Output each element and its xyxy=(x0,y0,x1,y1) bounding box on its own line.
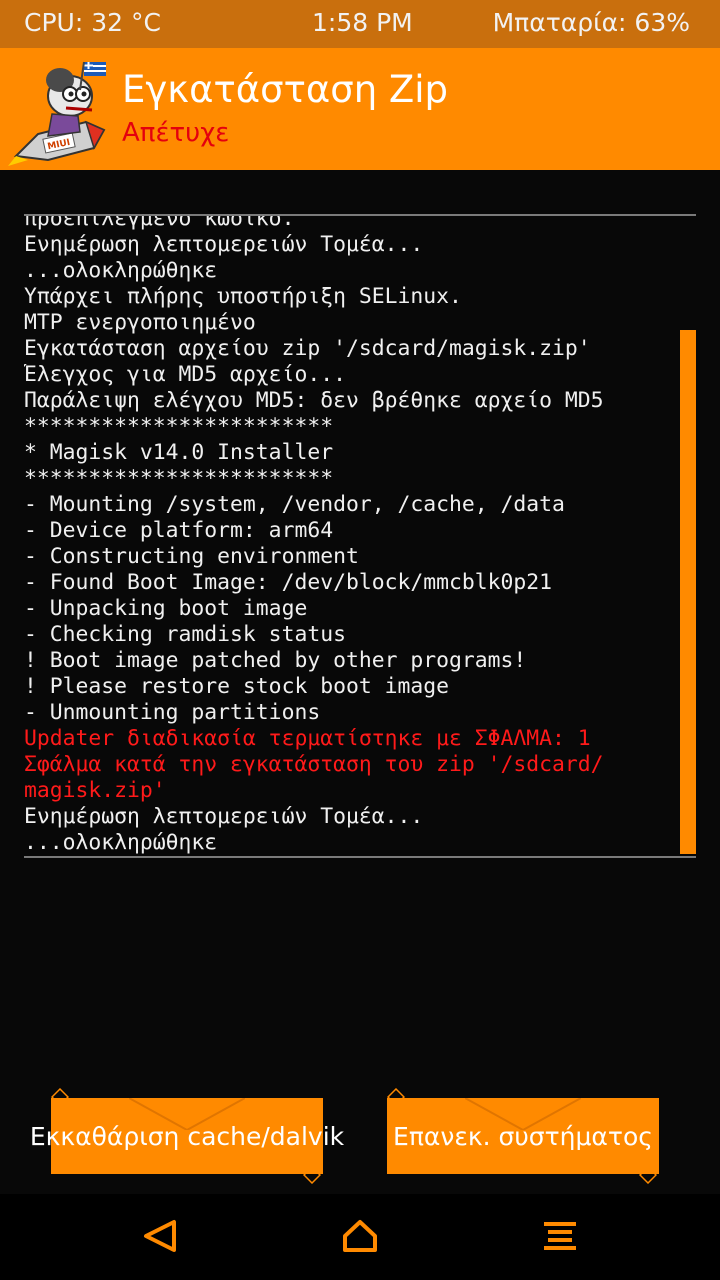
header: MIUI Εγκατάσταση Zip Απέτυχε xyxy=(0,48,720,170)
log-line: ! Please restore stock boot image xyxy=(24,674,449,699)
log-scrollbar[interactable] xyxy=(680,330,696,854)
battery-level: Μπαταρία: 63% xyxy=(492,8,690,37)
navigation-bar xyxy=(0,1194,720,1280)
log-line-error: magisk.zip' xyxy=(24,778,166,803)
log-line: ************************ xyxy=(24,414,334,439)
log-line: - Unmounting partitions xyxy=(24,700,321,725)
log-line-error: Σφάλμα κατά την εγκατάσταση του zip '/sd… xyxy=(24,752,604,777)
log-line: MTP ενεργοποιημένο xyxy=(24,310,256,335)
corner-diamond-icon xyxy=(303,1166,321,1184)
log-line: - Unpacking boot image xyxy=(24,596,308,621)
log-output: προεπιλεγμένο κωδικό. Ενημέρωση λεπτομερε… xyxy=(24,214,696,856)
menu-lines-icon[interactable] xyxy=(540,1216,580,1256)
log-line: - Found Boot Image: /dev/block/mmcblk0p2… xyxy=(24,570,553,595)
log-line: Παράλειψη ελέγχου MD5: δεν βρέθηκε αρχεί… xyxy=(24,388,604,413)
log-line: - Device platform: arm64 xyxy=(24,518,334,543)
wipe-cache-dalvik-button[interactable]: Εκκαθάριση cache/dalvik xyxy=(30,1088,344,1184)
reboot-system-button[interactable]: Επανεκ. συστήματος xyxy=(387,1088,659,1184)
clock: 1:58 PM xyxy=(312,8,413,37)
corner-diamond-icon xyxy=(639,1166,657,1184)
log-line: προεπιλεγμένο κωδικό. xyxy=(24,214,295,231)
corner-diamond-icon xyxy=(51,1088,69,1106)
log-line: - Mounting /system, /vendor, /cache, /da… xyxy=(24,492,565,517)
log-line: ...ολοκληρώθηκε xyxy=(24,830,218,855)
status-bar: CPU: 32 °C 1:58 PM Μπαταρία: 63% xyxy=(0,0,720,48)
back-triangle-icon[interactable] xyxy=(140,1216,180,1256)
log-line: Έλεγχος για MD5 αρχείο... xyxy=(24,362,346,387)
log-line: Εγκατάσταση αρχείου zip '/sdcard/magisk.… xyxy=(24,336,591,361)
install-status: Απέτυχε xyxy=(122,118,230,148)
log-line: Υπάρχει πλήρης υποστήριξη SELinux. xyxy=(24,284,462,309)
wipe-button-label: Εκκαθάριση cache/dalvik xyxy=(29,1121,345,1151)
reboot-button-label: Επανεκ. συστήματος xyxy=(393,1121,653,1151)
home-icon[interactable] xyxy=(340,1216,380,1256)
log-line-error: Updater διαδικασία τερματίστηκε με ΣΦΑΛΜ… xyxy=(24,726,591,751)
page-title: Εγκατάσταση Zip xyxy=(122,68,449,111)
log-line: ! Boot image patched by other programs! xyxy=(24,648,527,673)
cpu-temperature: CPU: 32 °C xyxy=(24,8,161,37)
log-line: - Constructing environment xyxy=(24,544,359,569)
log-line: ...ολοκληρώθηκε xyxy=(24,258,218,283)
corner-diamond-icon xyxy=(387,1088,405,1106)
log-line: ************************ xyxy=(24,466,334,491)
install-log-console[interactable]: προεπιλεγμένο κωδικό. Ενημέρωση λεπτομερε… xyxy=(24,214,696,858)
log-line: Ενημέρωση λεπτομερειών Τομέα... xyxy=(24,232,424,257)
log-line: Ενημέρωση λεπτομερειών Τομέα... xyxy=(24,804,424,829)
twrp-mascot-logo: MIUI xyxy=(8,61,106,166)
log-line: * Magisk v14.0 Installer xyxy=(24,440,334,465)
log-line: - Checking ramdisk status xyxy=(24,622,346,647)
